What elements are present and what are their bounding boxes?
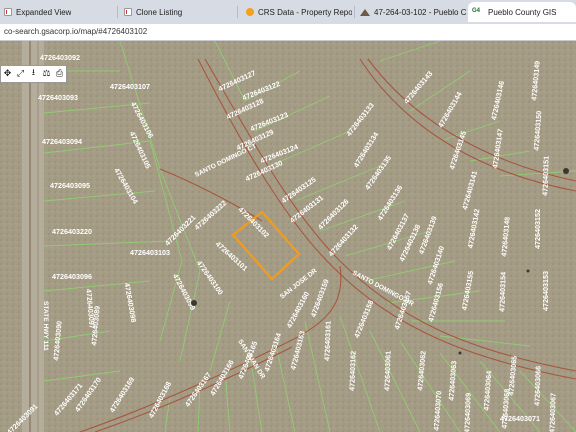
- shrub: [458, 351, 462, 355]
- map-toolbar: ✥ ⤢ ⭳ ⚖ ⎙: [0, 65, 67, 83]
- parcel-label: 4726403095: [50, 181, 90, 190]
- crs-logo-icon: [246, 8, 254, 16]
- tab-separator: [117, 6, 118, 18]
- road-label-state-hwy: STATE HWY 111: [42, 301, 49, 351]
- tab-pueblo-county-gis[interactable]: G4 Pueblo County GIS: [468, 2, 576, 22]
- tab-title: CRS Data - Property Report fo: [258, 7, 352, 17]
- browser-tab-strip: Expanded View Clone Listing CRS Data - P…: [0, 0, 576, 24]
- parcel-label: 4726403220: [52, 227, 92, 236]
- tab-title: 47-264-03-102 - Pueblo Cou: [374, 7, 466, 17]
- parcel-label: 4726403161: [322, 321, 332, 361]
- print-icon[interactable]: ⎙: [53, 66, 66, 80]
- measure-icon[interactable]: ⚖: [40, 66, 53, 80]
- download-icon[interactable]: ⭳: [27, 66, 40, 80]
- url-text: co-search.gsacorp.io/map/#4726403102: [4, 27, 148, 36]
- shrub: [563, 168, 569, 174]
- tab-title: Clone Listing: [136, 7, 183, 17]
- parcel-label: 4726403067: [547, 393, 557, 432]
- parcel-label: 4726403066: [532, 366, 542, 406]
- parcel-label: 4726403071: [500, 414, 540, 423]
- map-view[interactable]: 4726403092 4726403107 4726403093 4726403106…: [0, 41, 576, 432]
- tab-title: Expanded View: [16, 7, 72, 17]
- parcel-label: 4726403093: [38, 93, 78, 102]
- shrub: [191, 300, 197, 306]
- tab-separator: [237, 6, 238, 18]
- gis-logo-icon: G4: [472, 8, 481, 14]
- address-bar[interactable]: co-search.gsacorp.io/map/#4726403102: [0, 24, 576, 41]
- tab-separator: [354, 6, 355, 18]
- parcel-label: 4726403092: [40, 53, 80, 62]
- document-x-icon: [4, 8, 12, 16]
- parcel-label: 4726403154: [497, 272, 507, 312]
- tab-title: Pueblo County GIS: [488, 7, 557, 17]
- parcel-label: 4726403151: [540, 156, 550, 196]
- parcel-label: 4726403096: [52, 272, 92, 281]
- parcel-label: 4726403103: [130, 248, 170, 257]
- house-icon: [360, 8, 370, 16]
- parcel-label: 4726403152: [533, 209, 542, 249]
- tab-parcel-report[interactable]: 47-264-03-102 - Pueblo Cou: [356, 2, 466, 22]
- parcel-label: 4726403069: [462, 393, 472, 432]
- parcel-label: 4726403162: [347, 351, 357, 391]
- shrub: [526, 269, 530, 273]
- parcel-label: 4726403061: [382, 351, 392, 391]
- pan-icon[interactable]: ✥: [1, 66, 14, 80]
- fullscreen-icon[interactable]: ⤢: [14, 66, 27, 80]
- document-x-icon: [124, 8, 132, 16]
- parcel-label: 4726403107: [110, 82, 150, 91]
- parcel-label: 4726403153: [541, 271, 550, 311]
- parcel-label: 4726403094: [42, 137, 82, 146]
- tab-clone-listing[interactable]: Clone Listing: [120, 2, 236, 22]
- tab-expanded-view[interactable]: Expanded View: [0, 2, 116, 22]
- tab-crs-data[interactable]: CRS Data - Property Report fo: [242, 2, 352, 22]
